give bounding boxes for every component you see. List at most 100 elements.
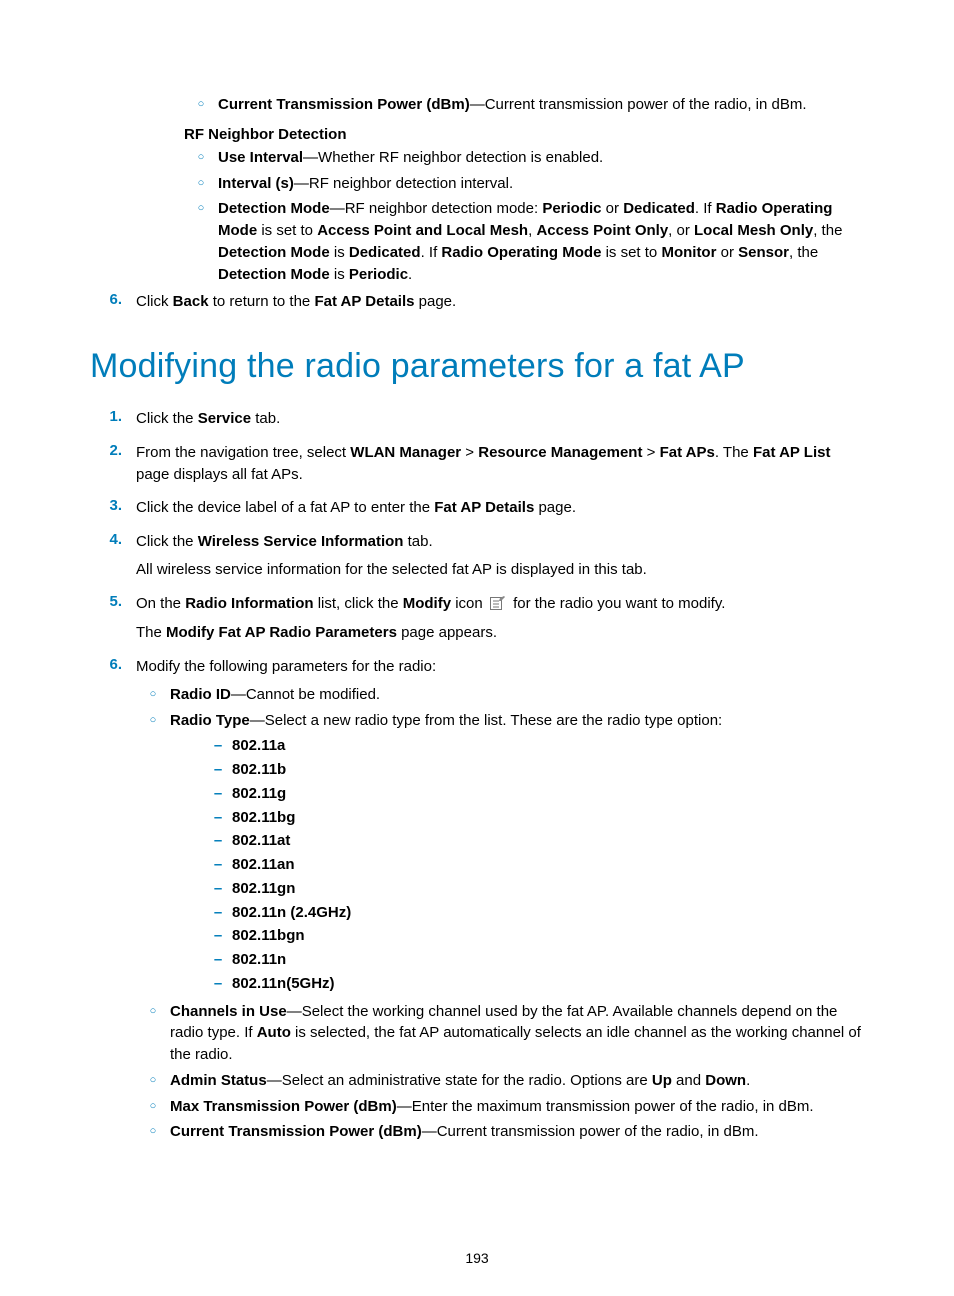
step-body: From the navigation tree, select WLAN Ma… [136,442,864,492]
list-item: –802.11n [204,949,864,971]
page: ○ Current Transmission Power (dBm)—Curre… [0,0,954,1296]
radio-type-value: 802.11n [232,949,864,971]
list-item: –802.11n (2.4GHz) [204,902,864,924]
step-number: 6. [90,291,136,308]
list-item: –802.11an [204,854,864,876]
bullet-circle-icon: ○ [184,198,218,218]
dash-icon: – [204,830,232,852]
bullet-circle-icon: ○ [184,173,218,193]
dash-icon: – [204,759,232,781]
page-number: 193 [0,1250,954,1266]
list-item: –802.11bgn [204,925,864,947]
radio-type-value: 802.11an [232,854,864,876]
term: Channels in Use [170,1003,287,1020]
term: Radio ID [170,686,231,703]
list-item-body: Channels in Use—Select the working chann… [170,1001,864,1066]
desc: —Whether RF neighbor detection is enable… [303,149,603,166]
bullet-circle-icon: ○ [136,710,170,730]
list-item: –802.11at [204,830,864,852]
list-item: ○ Detection Mode—RF neighbor detection m… [184,198,864,285]
top-numbered: 6. Click Back to return to the Fat AP De… [90,291,864,319]
list-item-body: Admin Status—Select an administrative st… [170,1070,864,1092]
list-item: –802.11gn [204,878,864,900]
list-item: –802.11bg [204,807,864,829]
desc: —Cannot be modified. [231,686,380,703]
radio-type-value: 802.11g [232,783,864,805]
bullet-circle-icon: ○ [136,1070,170,1090]
list-item: –802.11a [204,735,864,757]
dash-icon: – [204,783,232,805]
main-numbered: 1. Click the Service tab. 2. From the na… [90,408,864,1147]
desc: —Current transmission power of the radio… [422,1123,759,1140]
list-item: –802.11g [204,783,864,805]
step-number: 1. [90,408,136,425]
radio-type-value: 802.11gn [232,878,864,900]
desc: —Select a new radio type from the list. … [250,712,722,729]
step-6: 6. Modify the following parameters for t… [90,656,864,1147]
list-item: ○ Interval (s)—RF neighbor detection int… [184,173,864,195]
list-item: ○ Current Transmission Power (dBm)—Curre… [136,1121,864,1143]
radio-type-value: 802.11at [232,830,864,852]
dash-icon: – [204,735,232,757]
step-number: 4. [90,531,136,548]
list-item: ○ Max Transmission Power (dBm)—Enter the… [136,1096,864,1118]
bullet-circle-icon: ○ [136,684,170,704]
rf-neighbor-header: RF Neighbor Detection [184,126,864,143]
params-list: ○ Radio ID—Cannot be modified. ○ Radio T… [136,684,864,1143]
top-circle-list-2: ○ Use Interval—Whether RF neighbor detec… [184,147,864,286]
step-number: 6. [90,656,136,673]
desc: —Enter the maximum transmission power of… [397,1098,814,1115]
step-body: Modify the following parameters for the … [136,656,864,1147]
bullet-circle-icon: ○ [136,1121,170,1141]
list-item-body: Use Interval—Whether RF neighbor detecti… [218,147,864,169]
list-item: ○ Channels in Use—Select the working cha… [136,1001,864,1066]
term: Max Transmission Power (dBm) [170,1098,397,1115]
desc: —RF neighbor detection interval. [294,175,513,192]
term: Current Transmission Power (dBm) [170,1123,422,1140]
list-item-body: Current Transmission Power (dBm)—Current… [218,94,864,116]
term: Admin Status [170,1072,267,1089]
list-item-body: Radio ID—Cannot be modified. [170,684,864,706]
step-body: Click the Wireless Service Information t… [136,531,864,587]
list-item-body: Current Transmission Power (dBm)—Current… [170,1121,864,1143]
top-circle-list-1: ○ Current Transmission Power (dBm)—Curre… [184,94,864,116]
radio-type-value: 802.11n(5GHz) [232,973,864,995]
list-item: ○ Use Interval—Whether RF neighbor detec… [184,147,864,169]
step-body: Click the Service tab. [136,408,864,436]
list-item: ○ Admin Status—Select an administrative … [136,1070,864,1092]
step-body: Click the device label of a fat AP to en… [136,497,864,525]
bullet-circle-icon: ○ [136,1096,170,1116]
radio-type-value: 802.11bg [232,807,864,829]
radio-type-value: 802.11bgn [232,925,864,947]
step-number: 3. [90,497,136,514]
step-5: 5. On the Radio Information list, click … [90,593,864,651]
step-6-top: 6. Click Back to return to the Fat AP De… [90,291,864,319]
list-item-body: Interval (s)—RF neighbor detection inter… [218,173,864,195]
step-1: 1. Click the Service tab. [90,408,864,436]
top-fragment: ○ Current Transmission Power (dBm)—Curre… [150,94,864,285]
list-item-body: Detection Mode—RF neighbor detection mod… [218,198,864,285]
step-text: Modify the following parameters for the … [136,656,864,678]
radio-type-value: 802.11n (2.4GHz) [232,902,864,924]
bullet-circle-icon: ○ [184,147,218,167]
step-2: 2. From the navigation tree, select WLAN… [90,442,864,492]
modify-icon [490,595,506,617]
step-body: On the Radio Information list, click the… [136,593,864,651]
desc: —Current transmission power of the radio… [470,96,807,113]
dash-icon: – [204,878,232,900]
list-item: ○ Radio ID—Cannot be modified. [136,684,864,706]
step-body: Click Back to return to the Fat AP Detai… [136,291,864,319]
dash-icon: – [204,925,232,947]
dash-icon: – [204,949,232,971]
step-number: 5. [90,593,136,610]
dash-icon: – [204,902,232,924]
term: Current Transmission Power (dBm) [218,96,470,113]
list-item: –802.11n(5GHz) [204,973,864,995]
radio-type-list: –802.11a–802.11b–802.11g–802.11bg–802.11… [204,735,864,994]
term: Detection Mode [218,200,330,217]
term: Interval (s) [218,175,294,192]
list-item: ○ Current Transmission Power (dBm)—Curre… [184,94,864,116]
term: Use Interval [218,149,303,166]
term: Radio Type [170,712,250,729]
section-heading: Modifying the radio parameters for a fat… [90,347,864,386]
